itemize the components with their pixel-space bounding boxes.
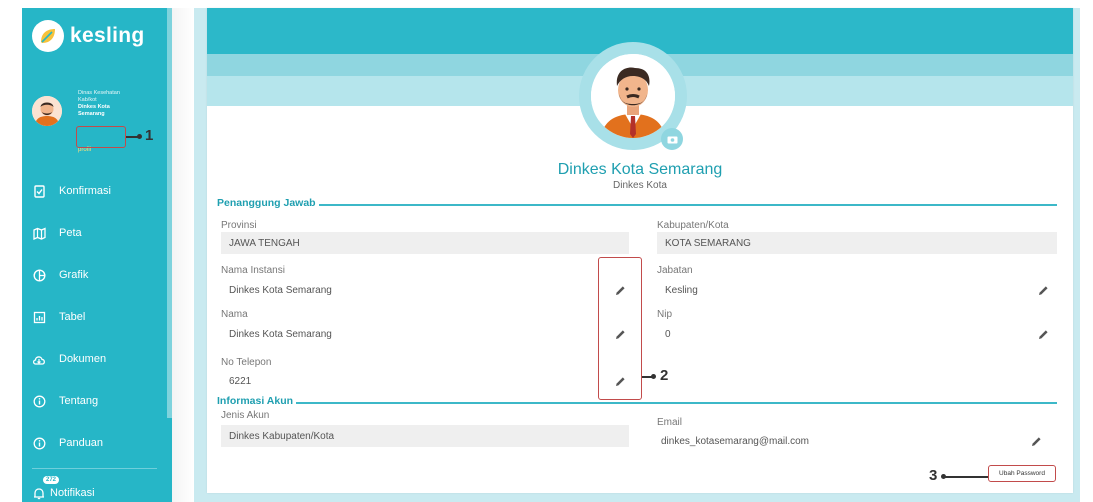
profile-type: Dinkes Kota (613, 180, 667, 191)
provinsi-field: JAWA TENGAH (221, 232, 629, 254)
annotation-line-3 (944, 476, 988, 478)
telepon-field: 6221 (229, 375, 252, 387)
sidebar-item-label: Konfirmasi (59, 185, 111, 197)
map-icon (32, 226, 46, 240)
annotation-box-1 (76, 126, 126, 148)
jabatan-label: Jabatan (657, 265, 693, 276)
leaf-logo-icon (32, 20, 64, 52)
sidebar-item-label: Peta (59, 227, 82, 239)
profile-avatar (591, 54, 675, 138)
sidebar-item-label: Dokumen (59, 353, 107, 365)
sidebar-item-notifikasi[interactable]: 272 Notifikasi (22, 476, 167, 502)
edit-email-pencil-icon[interactable] (1029, 434, 1043, 448)
sidebar-item-tabel[interactable]: Tabel (22, 302, 167, 332)
sidebar-item-tentang[interactable]: Tentang (22, 386, 167, 416)
sidebar-item-label: Tentang (59, 395, 99, 407)
change-photo-camera-icon[interactable] (661, 128, 683, 150)
telepon-label: No Telepon (221, 357, 272, 368)
app-logo[interactable]: kesling (32, 20, 144, 52)
annotation-dot-2 (651, 374, 656, 379)
profile-card: Dinkes Kota Semarang Dinkes Kota Penangg… (207, 8, 1073, 493)
sidebar-item-label: Grafik (59, 269, 89, 281)
sidebar-item-konfirmasi[interactable]: Konfirmasi (22, 176, 167, 206)
notification-count-badge: 272 (43, 476, 60, 484)
user-info: Dinas Kesehatan Kab/kot Dinkes Kota Sema… (78, 90, 158, 118)
sidebar-gutter (172, 8, 194, 502)
kabkota-label: Kabupaten/Kota (657, 220, 729, 231)
user-line-3: Dinkes Kota (78, 104, 110, 110)
user-line-4: Semarang (78, 111, 105, 117)
bell-icon (32, 486, 46, 500)
nip-field: 0 (665, 328, 671, 340)
sidebar-item-label: Panduan (59, 437, 104, 449)
user-line-1: Dinas Kesehatan (78, 90, 120, 96)
nama-field: Dinkes Kota Semarang (229, 328, 332, 340)
jenis-akun-field: Dinkes Kabupaten/Kota (221, 425, 629, 447)
avatar (32, 96, 62, 126)
instansi-label: Nama Instansi (221, 265, 285, 276)
email-field: dinkes_kotasemarang@mail.com (661, 435, 809, 447)
section-title: Informasi Akun (217, 395, 297, 407)
sidebar-item-dokumen[interactable]: Dokumen (22, 344, 167, 374)
user-line-2: Kab/kot (78, 97, 97, 103)
edit-nip-pencil-icon[interactable] (1036, 327, 1050, 341)
sidebar: kesling Dinas Kesehatan Kab/kot Dinkes K… (22, 8, 172, 502)
annotation-box-2 (598, 257, 642, 400)
annotation-number-3: 3 (929, 467, 938, 484)
sidebar-divider (32, 468, 157, 469)
jabatan-field: Kesling (665, 284, 698, 296)
sidebar-item-grafik[interactable]: Grafik (22, 260, 167, 290)
profile-name: Dinkes Kota Semarang (557, 161, 723, 178)
change-password-button[interactable]: Ubah Password (988, 465, 1056, 482)
info-icon (32, 436, 46, 450)
app-root: kesling Dinas Kesehatan Kab/kot Dinkes K… (0, 0, 1093, 502)
sidebar-item-peta[interactable]: Peta (22, 218, 167, 248)
instansi-field: Dinkes Kota Semarang (229, 284, 332, 296)
app-logo-text: kesling (70, 24, 145, 47)
kabkota-field: KOTA SEMARANG (657, 232, 1057, 254)
annotation-dot-1 (137, 134, 142, 139)
sidebar-item-label: Tabel (59, 311, 86, 323)
section-title: Penanggung Jawab (217, 197, 319, 209)
nama-label: Nama (221, 309, 248, 320)
provinsi-label: Provinsi (221, 220, 257, 231)
sidebar-item-panduan[interactable]: Panduan (22, 428, 167, 458)
section-divider (217, 402, 1057, 404)
table-icon (32, 310, 46, 324)
jenis-akun-label: Jenis Akun (221, 410, 270, 421)
annotation-number-2: 2 (660, 367, 669, 384)
section-divider (217, 204, 1057, 206)
confirm-icon (32, 184, 46, 198)
email-label: Email (657, 417, 683, 428)
sidebar-item-label: Notifikasi (50, 487, 95, 499)
info-icon (32, 394, 46, 408)
annotation-number-1: 1 (145, 127, 154, 144)
edit-jabatan-pencil-icon[interactable] (1036, 283, 1050, 297)
section-penanggung-jawab: Penanggung Jawab (217, 197, 1057, 211)
nip-label: Nip (657, 309, 673, 320)
document-icon (32, 352, 46, 366)
chart-icon (32, 268, 46, 282)
